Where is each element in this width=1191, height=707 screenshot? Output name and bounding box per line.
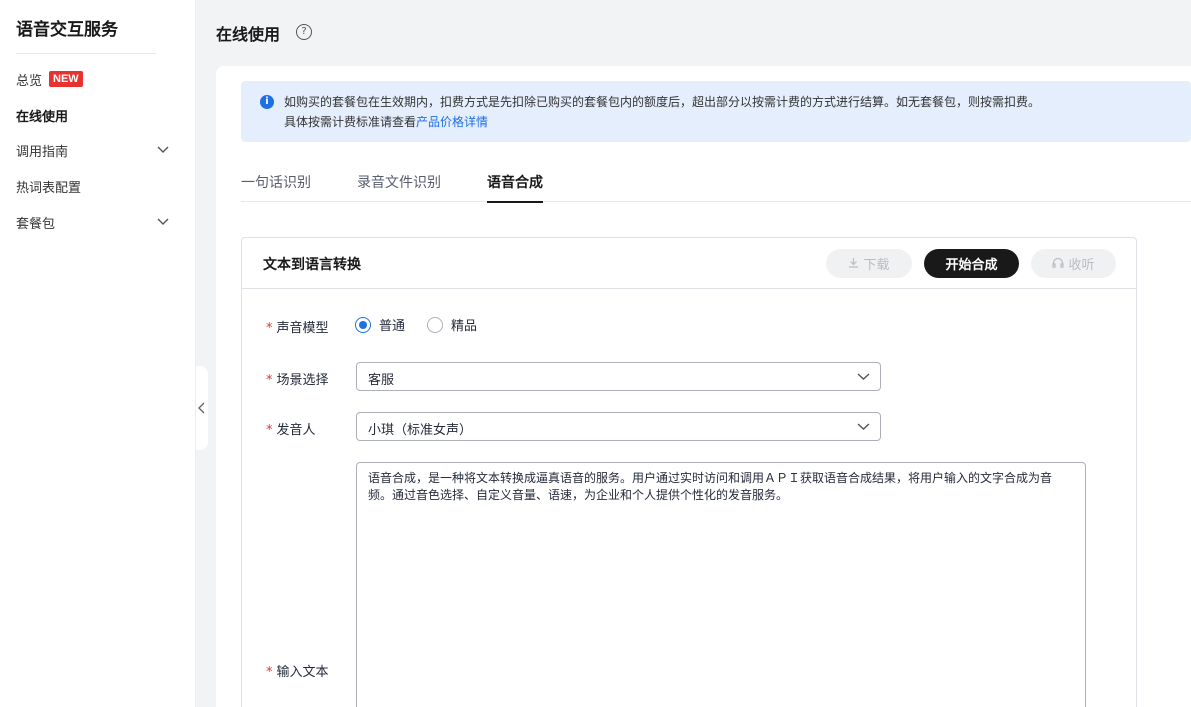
sidebar-item-label: 总览: [16, 73, 43, 89]
page-header: 在线使用 ?: [196, 0, 1191, 66]
sidebar-item-overview[interactable]: 总览 NEW: [16, 67, 176, 91]
start-synthesis-button[interactable]: 开始合成: [924, 249, 1019, 278]
voice-model-label-text: 声音模型: [276, 321, 329, 336]
tts-panel: 文本到语言转换 下载 开始合成 收听 * 声音模型 普通 精品 * 场景选择 客…: [241, 237, 1137, 707]
main-content: i 如购买的套餐包在生效期内，扣费方式是先扣除已购买的套餐包内的额度后，超出部分…: [216, 66, 1191, 707]
panel-header: 文本到语言转换 下载 开始合成 收听: [242, 238, 1136, 289]
download-label: 下载: [863, 258, 890, 273]
chevron-down-icon: [857, 373, 870, 380]
radio-unchecked-icon: [427, 316, 443, 333]
radio-label: 普通: [379, 319, 406, 334]
sidebar-divider: [16, 53, 156, 54]
speaker-label: * 发音人: [266, 419, 316, 438]
radio-label: 精品: [451, 319, 478, 334]
sidebar-collapse-handle[interactable]: [196, 366, 208, 450]
panel-title: 文本到语言转换: [263, 257, 361, 273]
chevron-down-icon: [157, 218, 169, 225]
tab-bar: 一句话识别 录音文件识别 语音合成: [241, 166, 1191, 203]
chevron-down-icon: [157, 146, 169, 153]
notice-text: 如购买的套餐包在生效期内，扣费方式是先扣除已购买的套餐包内的额度后，超出部分以按…: [284, 92, 1040, 132]
page-title: 在线使用: [216, 25, 281, 44]
listen-button[interactable]: 收听: [1031, 249, 1116, 278]
scene-label: * 场景选择: [266, 369, 329, 388]
notice-line-1: 如购买的套餐包在生效期内，扣费方式是先扣除已购买的套餐包内的额度后，超出部分以按…: [284, 95, 1041, 109]
headphones-icon: [1052, 257, 1065, 271]
price-detail-link[interactable]: 产品价格详情: [416, 115, 488, 129]
info-notice: i 如购买的套餐包在生效期内，扣费方式是先扣除已购买的套餐包内的额度后，超出部分…: [241, 81, 1191, 142]
sidebar-item-package[interactable]: 套餐包: [16, 210, 176, 234]
download-icon: [848, 257, 859, 271]
scene-select[interactable]: 客服: [356, 362, 881, 391]
required-mark: *: [266, 373, 273, 388]
tab-speech-synthesis[interactable]: 语音合成: [487, 172, 543, 203]
scene-label-text: 场景选择: [276, 373, 329, 388]
sidebar-item-label: 热词表配置: [16, 180, 82, 196]
radio-normal[interactable]: 普通: [355, 315, 405, 334]
sidebar-item-label: 在线使用: [16, 109, 69, 125]
sidebar-item-label: 套餐包: [16, 216, 56, 232]
required-mark: *: [266, 423, 273, 438]
input-text-label-text: 输入文本: [276, 665, 329, 680]
required-mark: *: [266, 321, 273, 336]
input-text-area[interactable]: 语音合成，是一种将文本转换成逼真语音的服务。用户通过实时访问和调用ＡＰＩ获取语音…: [356, 462, 1086, 707]
sidebar-title: 语音交互服务: [16, 20, 118, 40]
sidebar-item-hotword[interactable]: 热词表配置: [16, 174, 176, 198]
info-icon: i: [260, 95, 274, 109]
tab-sentence-recognition[interactable]: 一句话识别: [241, 172, 311, 202]
tab-file-recognition[interactable]: 录音文件识别: [357, 172, 441, 202]
speaker-label-text: 发音人: [276, 423, 316, 438]
download-button[interactable]: 下载: [826, 249, 912, 278]
speaker-select[interactable]: 小琪（标准女声）: [356, 412, 881, 441]
sidebar-item-label: 调用指南: [16, 144, 69, 160]
help-icon[interactable]: ?: [296, 24, 312, 40]
voice-model-label: * 声音模型: [266, 317, 329, 336]
sidebar-item-call-guide[interactable]: 调用指南: [16, 138, 176, 162]
listen-label: 收听: [1068, 258, 1095, 273]
notice-line-2-prefix: 具体按需计费标准请查看: [284, 115, 417, 129]
required-mark: *: [266, 665, 273, 680]
notice-line-2: 具体按需计费标准请查看产品价格详情: [284, 112, 1040, 132]
scene-select-value: 客服: [368, 373, 395, 388]
chevron-down-icon: [857, 423, 870, 430]
speaker-select-value: 小琪（标准女声）: [368, 423, 473, 438]
sidebar: 语音交互服务 总览 NEW 在线使用 调用指南 热词表配置 套餐包: [0, 0, 196, 707]
input-text-label: * 输入文本: [266, 661, 329, 680]
sidebar-item-online-use[interactable]: 在线使用: [16, 103, 176, 127]
radio-checked-icon: [355, 316, 371, 333]
radio-premium[interactable]: 精品: [427, 315, 477, 334]
new-badge: NEW: [49, 71, 83, 87]
chevron-left-icon: [198, 402, 205, 414]
